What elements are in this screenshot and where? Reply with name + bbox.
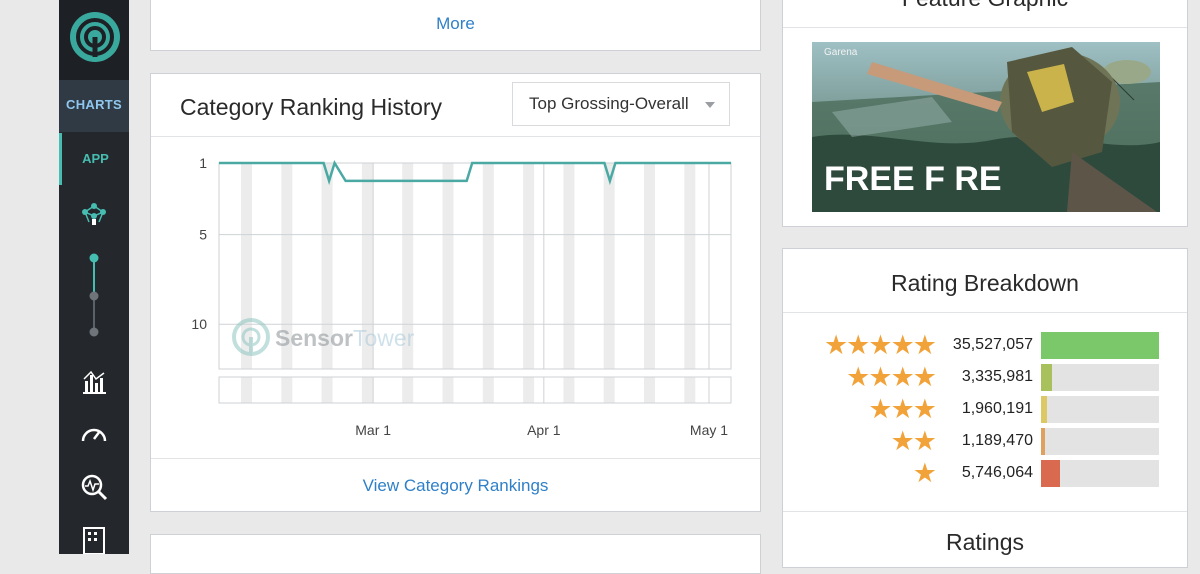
rating-bar xyxy=(1041,396,1159,423)
weekend-band xyxy=(563,377,575,403)
weekend-band xyxy=(361,377,373,403)
network-icon[interactable] xyxy=(79,198,109,228)
rating-bar xyxy=(1041,460,1159,487)
rating-bar-fill xyxy=(1041,428,1045,455)
rating-bar-fill xyxy=(1041,460,1061,487)
rating-bar xyxy=(1041,364,1159,391)
speedometer-icon[interactable] xyxy=(79,420,109,450)
ratings-section-title: Ratings xyxy=(946,529,1024,555)
weekend-band xyxy=(321,377,333,403)
rating-bar xyxy=(1041,332,1159,359)
dropdown-value: Top Grossing-Overall xyxy=(529,94,689,113)
feature-card-title: Feature Graphic xyxy=(783,0,1187,12)
weekend-band xyxy=(442,377,454,403)
star-icons: ★ xyxy=(912,458,937,488)
sensor-tower-logo[interactable] xyxy=(59,0,129,80)
more-link[interactable]: More xyxy=(151,14,760,34)
weekend-band xyxy=(644,163,655,369)
x-tick-label: Apr 1 xyxy=(527,422,561,438)
weekend-band xyxy=(603,377,615,403)
rating-count: 3,335,981 xyxy=(961,368,1033,385)
weekend-band xyxy=(644,377,655,403)
sidebar-item-charts[interactable]: CHARTS xyxy=(59,80,129,132)
weekend-band xyxy=(523,377,535,403)
weekend-band xyxy=(402,377,414,403)
bottom-card xyxy=(150,534,761,574)
building-icon[interactable] xyxy=(79,524,109,554)
ranking-card-title: Category Ranking History xyxy=(180,94,443,120)
feature-graphic-image[interactable]: Garena FREE F RE xyxy=(812,42,1160,212)
weekend-band xyxy=(241,377,252,403)
ranking-category-dropdown[interactable]: Top Grossing-Overall xyxy=(512,82,730,126)
watermark-text-b: Tower xyxy=(353,325,415,351)
rating-row-2: ★★ 1,189,470 xyxy=(783,426,1159,456)
rating-bar-fill xyxy=(1041,364,1053,391)
rating-card-title: Rating Breakdown xyxy=(891,270,1079,296)
rating-count: 1,189,470 xyxy=(961,432,1033,449)
logo-icon xyxy=(70,12,120,62)
star-icons: ★★★★★ xyxy=(823,330,937,360)
rating-divider xyxy=(783,312,1187,313)
weekend-band xyxy=(482,377,494,403)
garena-brand: Garena xyxy=(824,47,858,58)
timeline-slider[interactable] xyxy=(88,252,100,338)
rating-count: 35,527,057 xyxy=(952,336,1033,353)
bar-chart-icon[interactable] xyxy=(79,367,109,397)
star-icons: ★★★ xyxy=(868,394,937,424)
top-card: More xyxy=(150,0,761,51)
rating-count: 1,960,191 xyxy=(961,400,1033,417)
game-title: FREE F RE xyxy=(824,160,1002,198)
search-analytics-icon[interactable] xyxy=(79,472,109,502)
ranking-card: Category Ranking History Top Grossing-Ov… xyxy=(150,73,761,512)
star-icons: ★★ xyxy=(890,426,937,456)
ratings-divider xyxy=(783,511,1187,512)
star-icons: ★★★★ xyxy=(846,362,937,392)
sidebar-item-app[interactable]: APP xyxy=(59,133,129,185)
chevron-down-icon xyxy=(705,102,715,108)
weekend-band xyxy=(442,163,454,369)
weekend-band xyxy=(684,377,696,403)
weekend-band xyxy=(281,377,293,403)
footer-divider xyxy=(151,458,760,459)
sensor-tower-watermark: SensorTower xyxy=(232,318,415,356)
rating-card: Rating Breakdown ★★★★★ 35,527,057 ★★★★ 3… xyxy=(782,248,1188,568)
feature-card: Feature Graphic Garena FREE F RE xyxy=(782,0,1188,227)
y-tick-label: 1 xyxy=(199,155,207,171)
x-tick-label: Mar 1 xyxy=(355,422,391,438)
rating-bar xyxy=(1041,428,1159,455)
x-tick-label: May 1 xyxy=(690,422,728,438)
rating-bar-fill xyxy=(1041,332,1159,359)
feature-divider xyxy=(783,27,1187,28)
ranking-chart[interactable]: 1 5 10 Mar 1 Apr 1 May 1 SensorTower xyxy=(151,137,760,457)
weekend-band xyxy=(523,163,535,369)
svg-text:SensorTower: SensorTower xyxy=(275,325,415,351)
y-tick-label: 5 xyxy=(199,227,207,243)
view-category-rankings-link[interactable]: View Category Rankings xyxy=(151,476,760,496)
sidebar: CHARTS APP xyxy=(59,0,129,554)
rating-row-3: ★★★ 1,960,191 xyxy=(783,394,1159,424)
rating-row-1: ★ 5,746,064 xyxy=(783,458,1159,488)
rating-bar-fill xyxy=(1041,396,1048,423)
y-tick-label: 10 xyxy=(191,316,207,332)
weekend-band xyxy=(563,163,575,369)
weekend-band xyxy=(603,163,615,369)
watermark-text-a: Sensor xyxy=(275,325,353,351)
rating-count: 5,746,064 xyxy=(961,464,1033,481)
rating-row-5: ★★★★★ 35,527,057 xyxy=(783,330,1159,360)
weekend-band xyxy=(684,163,696,369)
weekend-band xyxy=(482,163,494,369)
rating-row-4: ★★★★ 3,335,981 xyxy=(783,362,1159,392)
